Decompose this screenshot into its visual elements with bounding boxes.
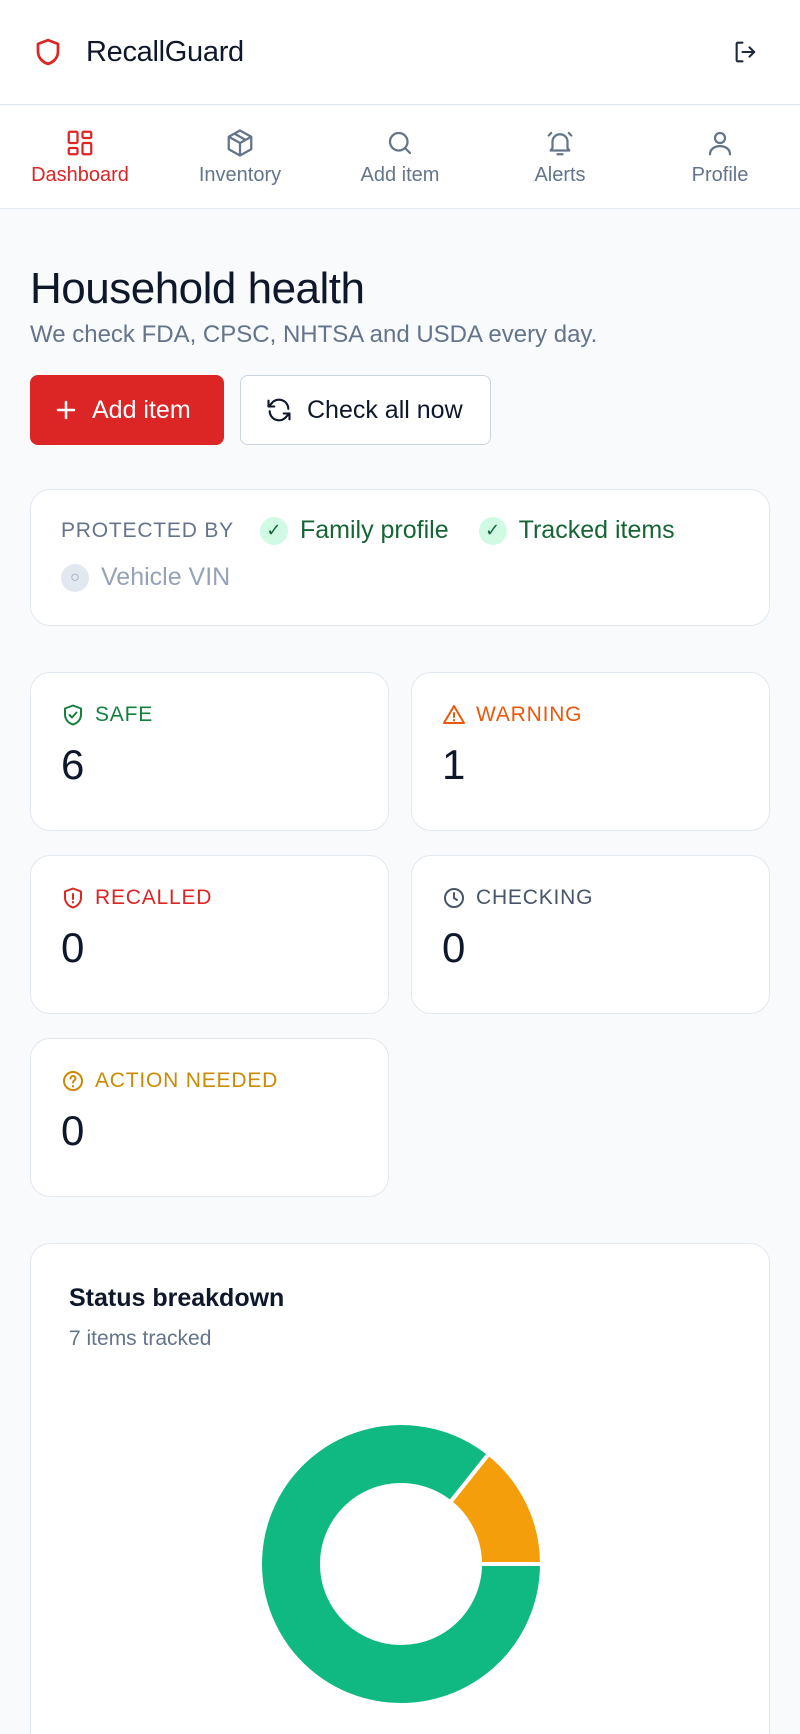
shield-check-icon xyxy=(64,704,82,726)
family-profile-chip[interactable]: ✓ Family profile xyxy=(259,516,449,545)
chip-label: Vehicle VIN xyxy=(101,563,231,592)
stats-grid: SAFE 6 WARNING 1 RECALLED 0 CHECKING 0 A… xyxy=(30,672,770,1198)
app-name: RecallGuard xyxy=(86,35,244,68)
nav-label: Profile xyxy=(691,163,749,186)
check-icon: ✓ xyxy=(259,516,288,545)
protected-by-card: PROTECTED BY ✓ Family profile ✓ Tracked … xyxy=(30,489,770,627)
vehicle-vin-chip[interactable]: ○ Vehicle VIN xyxy=(61,563,230,592)
stat-label: CHECKING xyxy=(476,886,594,910)
user-icon xyxy=(708,131,732,155)
nav-label: Alerts xyxy=(534,163,586,186)
action-bar: Add item Check all now xyxy=(30,375,770,446)
brand[interactable]: RecallGuard xyxy=(32,34,244,70)
refresh-icon xyxy=(267,399,291,422)
logout-button[interactable] xyxy=(724,30,768,74)
help-circle-icon xyxy=(63,1071,83,1092)
nav-item-dashboard[interactable]: Dashboard xyxy=(0,106,160,208)
check-icon: ✓ xyxy=(478,516,507,545)
nav-item-inventory[interactable]: Inventory xyxy=(160,106,320,208)
dashboard-main: Household health We check FDA, CPSC, NHT… xyxy=(30,209,770,1734)
nav-item-profile[interactable]: Profile xyxy=(640,106,800,208)
check-all-button[interactable]: Check all now xyxy=(240,375,491,446)
stat-label: ACTION NEEDED xyxy=(95,1069,279,1093)
nav-item-add-item[interactable]: Add item xyxy=(320,106,480,208)
nav-label: Dashboard xyxy=(31,163,129,186)
stat-value: 0 xyxy=(61,924,85,972)
shield-alert-icon xyxy=(64,887,82,909)
stat-value: 1 xyxy=(442,741,466,789)
page-title: Household health xyxy=(30,264,365,313)
status-donut-chart xyxy=(258,1421,545,1708)
bell-icon xyxy=(547,131,573,155)
stat-label: WARNING xyxy=(476,703,583,727)
stat-value: 6 xyxy=(61,741,85,789)
stat-card-action-needed[interactable]: ACTION NEEDED 0 xyxy=(30,1038,389,1198)
add-item-label: Add item xyxy=(92,395,191,424)
shield-icon xyxy=(32,34,64,70)
stat-card-recalled[interactable]: RECALLED 0 xyxy=(30,855,389,1015)
dashboard-icon xyxy=(67,130,93,155)
stat-label: SAFE xyxy=(95,703,154,727)
stat-value: 0 xyxy=(61,1107,85,1155)
stat-card-checking[interactable]: CHECKING 0 xyxy=(411,855,770,1015)
logout-icon xyxy=(735,41,756,63)
warning-triangle-icon xyxy=(443,705,465,725)
stat-card-warning[interactable]: WARNING 1 xyxy=(411,672,770,832)
page-subtitle: We check FDA, CPSC, NHTSA and USDA every… xyxy=(30,321,598,349)
stat-value: 0 xyxy=(442,924,466,972)
tracked-items-chip[interactable]: ✓ Tracked items xyxy=(478,516,675,545)
chip-label: Family profile xyxy=(299,516,449,545)
plus-icon xyxy=(56,401,76,420)
chip-label: Tracked items xyxy=(518,516,675,545)
main-nav: Dashboard Inventory Add item Alerts Prof… xyxy=(0,106,800,209)
circle-icon: ○ xyxy=(61,563,89,592)
stat-label: RECALLED xyxy=(95,886,213,910)
stat-card-safe[interactable]: SAFE 6 xyxy=(30,672,389,832)
nav-item-alerts[interactable]: Alerts xyxy=(480,106,640,208)
nav-label: Inventory xyxy=(198,163,282,186)
check-all-label: Check all now xyxy=(307,395,463,424)
nav-label: Add item xyxy=(360,163,440,186)
add-item-button[interactable]: Add item xyxy=(30,375,224,446)
status-breakdown-card: Status breakdown 7 items tracked xyxy=(30,1243,770,1734)
app-header: RecallGuard xyxy=(0,0,800,105)
box-icon xyxy=(227,128,253,157)
clock-icon xyxy=(444,888,464,909)
search-icon xyxy=(388,131,412,154)
protected-by-label: PROTECTED BY xyxy=(61,518,234,542)
